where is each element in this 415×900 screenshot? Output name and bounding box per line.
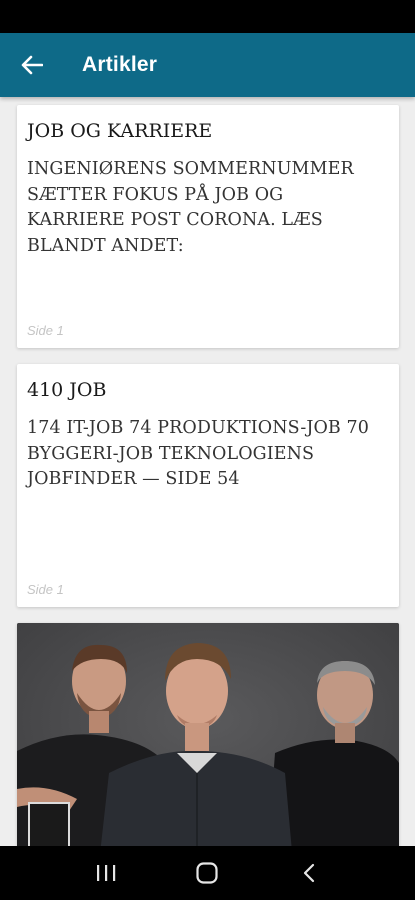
article-title: 410 JOB — [27, 379, 107, 401]
article-excerpt: 174 IT-JOB 74 PRODUKTIONS-JOB 70 BYGGERI… — [27, 418, 370, 489]
app-bar: Artikler — [0, 33, 415, 97]
page-title: Artikler — [82, 53, 158, 76]
home-icon — [196, 862, 219, 884]
article-page: Side 1 — [27, 323, 64, 338]
system-nav-bar — [0, 846, 415, 900]
article-excerpt: INGENIØRENS SOMMERNUMMER SÆTTER FOKUS PÅ… — [27, 159, 354, 256]
chevron-left-icon — [304, 863, 315, 883]
article-title: JOB OG KARRIERE — [27, 120, 213, 142]
article-card-image[interactable] — [17, 623, 399, 846]
recents-icon — [96, 865, 116, 881]
article-list: JOB OG KARRIERE INGENIØRENS SOMMERNUMMER… — [0, 97, 415, 846]
article-page: Side 1 — [27, 582, 64, 597]
recents-button[interactable] — [76, 846, 136, 900]
article-card[interactable]: 410 JOB 174 IT-JOB 74 PRODUKTIONS-JOB 70… — [17, 364, 399, 607]
arrow-left-icon — [21, 55, 43, 75]
nav-back-button[interactable] — [279, 846, 339, 900]
article-card[interactable]: JOB OG KARRIERE INGENIØRENS SOMMERNUMMER… — [17, 105, 399, 348]
home-button[interactable] — [177, 846, 237, 900]
status-bar — [0, 0, 415, 33]
back-button[interactable] — [0, 33, 64, 97]
photo-three-men — [17, 623, 399, 846]
